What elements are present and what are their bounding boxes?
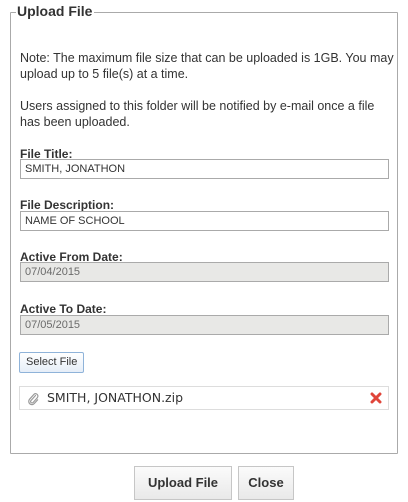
close-button[interactable]: Close	[238, 466, 294, 500]
select-file-button[interactable]: Select File	[19, 352, 85, 373]
file-list-item: SMITH, JONATHON.zip	[19, 386, 389, 410]
remove-icon[interactable]	[370, 392, 382, 404]
file-name: SMITH, JONATHON.zip	[47, 390, 184, 405]
panel-title: Upload File	[16, 2, 95, 20]
active-to-date-label: Active To Date:	[20, 302, 107, 316]
notification-note: Users assigned to this folder will be no…	[20, 99, 375, 129]
file-size-note: Note: The maximum file size that can be …	[20, 51, 394, 81]
paperclip-icon	[28, 393, 39, 406]
file-title-input[interactable]	[20, 159, 389, 179]
active-from-date-input	[20, 262, 389, 282]
upload-file-button[interactable]: Upload File	[134, 466, 232, 500]
file-description-input[interactable]	[20, 211, 389, 231]
file-description-label: File Description:	[20, 198, 115, 212]
active-to-date-input	[20, 315, 389, 335]
